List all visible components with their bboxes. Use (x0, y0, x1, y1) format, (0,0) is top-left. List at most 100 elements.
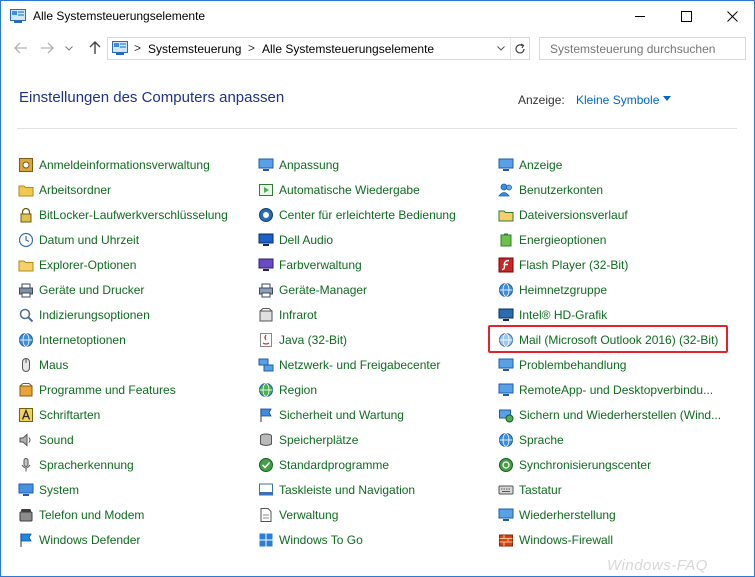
item-label[interactable]: Intel® HD-Grafik (519, 308, 607, 322)
control-panel-item-speicherplatze[interactable]: Speicherplätze (258, 427, 456, 452)
control-panel-item-anmeldeinformationsverwaltung[interactable]: Anmeldeinformationsverwaltung (18, 152, 228, 177)
control-panel-item-windows-firewall[interactable]: Windows-Firewall (498, 527, 721, 552)
control-panel-item-standardprogramme[interactable]: Standardprogramme (258, 452, 456, 477)
control-panel-item-infrarot[interactable]: Infrarot (258, 302, 456, 327)
control-panel-item-java-32-bit[interactable]: Java (32-Bit) (258, 327, 456, 352)
control-panel-item-automatische-wiedergabe[interactable]: Automatische Wiedergabe (258, 177, 456, 202)
breadcrumb-systemsteuerung[interactable]: Systemsteuerung (148, 42, 241, 56)
control-panel-item-remoteapp-und-desktopverbindu[interactable]: RemoteApp- und Desktopverbindu... (498, 377, 721, 402)
item-label[interactable]: Standardprogramme (279, 458, 389, 472)
item-label[interactable]: Speicherplätze (279, 433, 358, 447)
control-panel-item-maus[interactable]: Maus (18, 352, 228, 377)
item-label[interactable]: Datum und Uhrzeit (39, 233, 139, 247)
control-panel-item-arbeitsordner[interactable]: Arbeitsordner (18, 177, 228, 202)
control-panel-item-anzeige[interactable]: Anzeige (498, 152, 721, 177)
item-label[interactable]: Tastatur (519, 483, 562, 497)
item-label[interactable]: Benutzerkonten (519, 183, 603, 197)
control-panel-item-heimnetzgruppe[interactable]: Heimnetzgruppe (498, 277, 721, 302)
control-panel-item-windows-defender[interactable]: Windows Defender (18, 527, 228, 552)
dropdown-arrow-icon[interactable] (663, 96, 671, 101)
item-label[interactable]: Internetoptionen (39, 333, 126, 347)
item-label[interactable]: Anzeige (519, 158, 562, 172)
control-panel-item-synchronisierungscenter[interactable]: Synchronisierungscenter (498, 452, 721, 477)
item-label[interactable]: Synchronisierungscenter (519, 458, 651, 472)
item-label[interactable]: Windows To Go (279, 533, 363, 547)
item-label[interactable]: Anmeldeinformationsverwaltung (39, 158, 210, 172)
refresh-button[interactable] (510, 38, 529, 59)
item-label[interactable]: Explorer-Optionen (39, 258, 136, 272)
control-panel-item-sound[interactable]: Sound (18, 427, 228, 452)
item-label[interactable]: Schriftarten (39, 408, 100, 422)
back-button[interactable] (11, 38, 31, 58)
search-input[interactable] (550, 42, 730, 56)
close-button[interactable] (709, 1, 755, 32)
item-label[interactable]: Sicherheit und Wartung (279, 408, 404, 422)
control-panel-item-internetoptionen[interactable]: Internetoptionen (18, 327, 228, 352)
control-panel-item-indizierungsoptionen[interactable]: Indizierungsoptionen (18, 302, 228, 327)
item-label[interactable]: Geräte und Drucker (39, 283, 144, 297)
item-label[interactable]: Programme und Features (39, 383, 176, 397)
title-bar[interactable]: Alle Systemsteuerungselemente (1, 1, 754, 32)
item-label[interactable]: Sichern und Wiederherstellen (Wind... (519, 408, 721, 422)
control-panel-item-programme-und-features[interactable]: Programme und Features (18, 377, 228, 402)
item-label[interactable]: System (39, 483, 79, 497)
item-label[interactable]: Maus (39, 358, 68, 372)
item-label[interactable]: RemoteApp- und Desktopverbindu... (519, 383, 713, 397)
item-label[interactable]: Java (32-Bit) (279, 333, 347, 347)
item-label[interactable]: Flash Player (32-Bit) (519, 258, 628, 272)
breadcrumb-separator[interactable]: > (248, 41, 255, 55)
item-label[interactable]: Problembehandlung (519, 358, 626, 372)
control-panel-item-sprache[interactable]: Sprache (498, 427, 721, 452)
control-panel-item-energieoptionen[interactable]: Energieoptionen (498, 227, 721, 252)
item-label[interactable]: Automatische Wiedergabe (279, 183, 420, 197)
control-panel-item-telefon-und-modem[interactable]: Telefon und Modem (18, 502, 228, 527)
item-label[interactable]: Center für erleichterte Bedienung (279, 208, 456, 222)
control-panel-item-system[interactable]: System (18, 477, 228, 502)
control-panel-item-benutzerkonten[interactable]: Benutzerkonten (498, 177, 721, 202)
item-label[interactable]: Spracherkennung (39, 458, 134, 472)
recent-locations-button[interactable] (63, 38, 75, 58)
control-panel-item-anpassung[interactable]: Anpassung (258, 152, 456, 177)
control-panel-item-bitlocker-laufwerkverschlusselung[interactable]: BitLocker-Laufwerkverschlüsselung (18, 202, 228, 227)
control-panel-item-tastatur[interactable]: Tastatur (498, 477, 721, 502)
item-label[interactable]: Taskleiste und Navigation (279, 483, 415, 497)
breadcrumb-separator[interactable]: > (134, 41, 141, 55)
control-panel-item-dateiversionsverlauf[interactable]: Dateiversionsverlauf (498, 202, 721, 227)
control-panel-item-datum-und-uhrzeit[interactable]: Datum und Uhrzeit (18, 227, 228, 252)
control-panel-item-gerate-und-drucker[interactable]: Geräte und Drucker (18, 277, 228, 302)
item-label[interactable]: Windows-Firewall (519, 533, 613, 547)
control-panel-item-problembehandlung[interactable]: Problembehandlung (498, 352, 721, 377)
control-panel-item-netzwerk-und-freigabecenter[interactable]: Netzwerk- und Freigabecenter (258, 352, 456, 377)
item-label[interactable]: Sprache (519, 433, 564, 447)
item-label[interactable]: Telefon und Modem (39, 508, 144, 522)
control-panel-item-schriftarten[interactable]: Schriftarten (18, 402, 228, 427)
item-label[interactable]: Indizierungsoptionen (39, 308, 150, 322)
item-label[interactable]: Heimnetzgruppe (519, 283, 607, 297)
address-bar[interactable]: > Systemsteuerung > Alle Systemsteuerung… (107, 37, 530, 60)
breadcrumb-all-items[interactable]: Alle Systemsteuerungselemente (262, 42, 434, 56)
item-label[interactable]: Verwaltung (279, 508, 338, 522)
control-panel-item-flash-player-32-bit[interactable]: Flash Player (32-Bit) (498, 252, 721, 277)
control-panel-item-taskleiste-und-navigation[interactable]: Taskleiste und Navigation (258, 477, 456, 502)
control-panel-item-sichern-und-wiederherstellen-wind[interactable]: Sichern und Wiederherstellen (Wind... (498, 402, 721, 427)
view-by-dropdown[interactable]: Kleine Symbole (576, 93, 659, 107)
item-label[interactable]: Farbverwaltung (279, 258, 362, 272)
item-label[interactable]: Wiederherstellung (519, 508, 616, 522)
search-box[interactable] (539, 37, 746, 60)
up-button[interactable] (85, 38, 105, 58)
control-panel-item-explorer-optionen[interactable]: Explorer-Optionen (18, 252, 228, 277)
control-panel-item-intel-hd-grafik[interactable]: Intel® HD-Grafik (498, 302, 721, 327)
item-label[interactable]: Infrarot (279, 308, 317, 322)
item-label[interactable]: Dell Audio (279, 233, 333, 247)
forward-button[interactable] (37, 38, 57, 58)
item-label[interactable]: Anpassung (279, 158, 339, 172)
control-panel-item-center-fur-erleichterte-bedienung[interactable]: Center für erleichterte Bedienung (258, 202, 456, 227)
item-label[interactable]: Energieoptionen (519, 233, 606, 247)
item-label[interactable]: Netzwerk- und Freigabecenter (279, 358, 440, 372)
control-panel-item-gerate-manager[interactable]: Geräte-Manager (258, 277, 456, 302)
control-panel-item-wiederherstellung[interactable]: Wiederherstellung (498, 502, 721, 527)
control-panel-item-dell-audio[interactable]: Dell Audio (258, 227, 456, 252)
item-label[interactable]: Region (279, 383, 317, 397)
control-panel-item-verwaltung[interactable]: Verwaltung (258, 502, 456, 527)
control-panel-item-windows-to-go[interactable]: Windows To Go (258, 527, 456, 552)
